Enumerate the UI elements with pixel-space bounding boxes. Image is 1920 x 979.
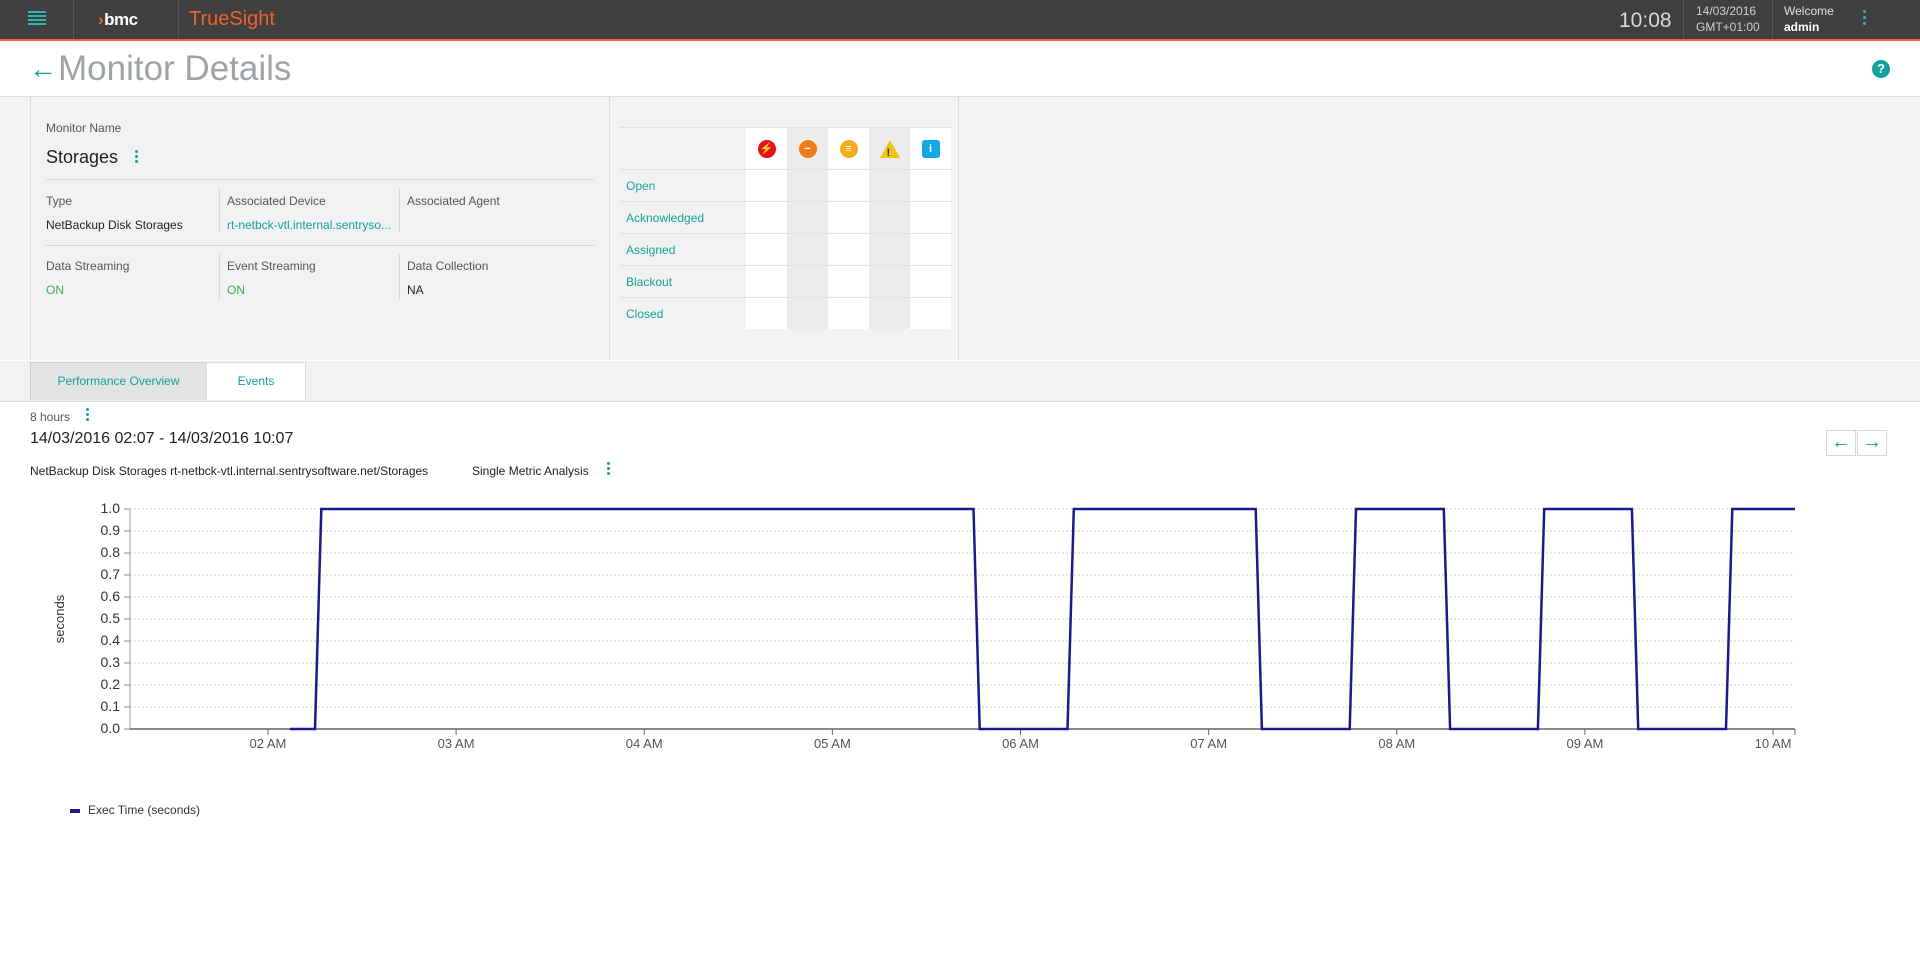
- x-tick-label: 03 AM: [438, 736, 475, 751]
- y-tick-label: 0.0: [101, 720, 121, 736]
- welcome-text: Welcome: [1784, 4, 1834, 18]
- tab-events[interactable]: Events: [206, 362, 306, 400]
- divider: [399, 188, 400, 232]
- associated-agent-label: Associated Agent: [407, 194, 500, 208]
- user-menu[interactable]: Welcome admin: [1784, 3, 1834, 35]
- divider: [1772, 0, 1773, 39]
- analysis-mode: Single Metric Analysis: [472, 464, 589, 478]
- event-row-label[interactable]: Blackout: [620, 265, 746, 298]
- event-row-label[interactable]: Assigned: [620, 233, 746, 266]
- associated-device-link[interactable]: rt-netbck-vtl.internal.sentryso...: [227, 218, 391, 232]
- tab-performance-overview[interactable]: Performance Overview: [30, 362, 207, 400]
- divider: [178, 0, 179, 39]
- y-tick-label: 0.3: [101, 654, 121, 670]
- x-tick-label: 07 AM: [1190, 736, 1227, 751]
- y-tick-label: 0.2: [101, 676, 121, 692]
- divider: [399, 254, 400, 300]
- clock-time: 10:08: [1619, 9, 1672, 32]
- severity-header-row: ⚡ − ≡ ! i: [620, 127, 951, 170]
- legend-swatch: [70, 808, 80, 813]
- page-title: Monitor Details: [58, 49, 292, 88]
- help-icon[interactable]: ?: [1872, 60, 1890, 78]
- timezone-text: GMT+01:00: [1696, 20, 1760, 34]
- y-tick-label: 0.9: [101, 522, 121, 538]
- event-streaming-label: Event Streaming: [227, 259, 316, 273]
- minor-icon[interactable]: ≡: [839, 139, 858, 158]
- hamburger-menu-icon[interactable]: [28, 11, 46, 27]
- x-tick-label: 05 AM: [814, 736, 851, 751]
- critical-icon[interactable]: ⚡: [757, 139, 776, 158]
- data-collection-value: NA: [407, 283, 424, 297]
- type-value: NetBackup Disk Storages: [46, 218, 183, 232]
- y-tick-label: 0.5: [101, 610, 121, 626]
- associated-device-label: Associated Device: [227, 194, 326, 208]
- x-tick-label: 06 AM: [1002, 736, 1039, 751]
- legend-label: Exec Time (seconds): [88, 803, 201, 817]
- top-bar-accent: [0, 39, 1920, 41]
- event-row-label[interactable]: Closed: [620, 297, 746, 329]
- event-row-label[interactable]: Acknowledged: [620, 201, 746, 234]
- time-range-preset[interactable]: 8 hours: [30, 410, 70, 424]
- clock-date: 14/03/2016 GMT+01:00: [1696, 3, 1760, 35]
- metric-description: NetBackup Disk Storages rt-netbck-vtl.in…: [30, 464, 429, 478]
- divider: [1683, 0, 1684, 39]
- divider: [219, 254, 220, 300]
- data-streaming-value: ON: [46, 283, 64, 297]
- more-options-icon[interactable]: [1863, 10, 1867, 28]
- previous-period-icon[interactable]: ←: [1826, 430, 1856, 456]
- data-streaming-label: Data Streaming: [46, 259, 130, 273]
- y-tick-label: 0.1: [101, 698, 121, 714]
- event-row-assigned: Assigned: [620, 233, 951, 266]
- event-row-open: Open: [620, 169, 951, 202]
- truesight-logo: TrueSight: [189, 8, 275, 30]
- divider: [73, 0, 74, 39]
- date-text: 14/03/2016: [1696, 4, 1757, 18]
- monitor-options-icon[interactable]: [135, 150, 138, 165]
- analysis-options-icon[interactable]: [607, 462, 610, 477]
- x-tick-label: 08 AM: [1378, 736, 1415, 751]
- performance-chart: 0.0 0.1 0.2 0.3 0.4 0.5 0.6 0.7 0.8 0.9 1.0 02 AM 03…: [52, 500, 1796, 751]
- chart-legend: Exec Time (seconds): [70, 803, 200, 817]
- x-tick-label: 09 AM: [1566, 736, 1603, 751]
- event-row-acknowledged: Acknowledged: [620, 201, 951, 234]
- monitor-name: Storages: [46, 147, 119, 167]
- y-tick-label: 0.8: [101, 544, 121, 560]
- data-collection-label: Data Collection: [407, 259, 489, 273]
- y-tick-label: 0.7: [101, 566, 121, 582]
- event-row-blackout: Blackout: [620, 265, 951, 298]
- divider: [46, 179, 594, 180]
- next-period-icon[interactable]: →: [1857, 430, 1887, 456]
- major-icon[interactable]: −: [798, 139, 817, 158]
- x-tick-label: 10 AM: [1755, 736, 1792, 751]
- type-label: Type: [46, 194, 73, 208]
- time-range-text: 14/03/2016 02:07 - 14/03/2016 10:07: [30, 430, 294, 447]
- back-arrow-icon[interactable]: ←: [29, 55, 57, 83]
- x-tick-label: 04 AM: [626, 736, 663, 751]
- divider: [219, 188, 220, 232]
- divider: [46, 245, 594, 246]
- x-tick-label: 02 AM: [250, 736, 287, 751]
- event-streaming-value: ON: [227, 283, 245, 297]
- user-name: admin: [1784, 20, 1820, 34]
- warning-icon[interactable]: !: [879, 139, 900, 159]
- y-tick-label: 0.6: [101, 588, 121, 604]
- y-tick-label: 1.0: [101, 500, 121, 516]
- bmc-logo: ›bmc: [98, 10, 138, 29]
- event-row-closed: Closed: [620, 297, 951, 329]
- monitor-name-label: Monitor Name: [46, 121, 122, 135]
- range-options-icon[interactable]: [86, 408, 89, 423]
- event-summary-table: ⚡ − ≡ ! i Open Acknowledged Assigned Bla…: [620, 127, 951, 329]
- y-tick-label: 0.4: [101, 632, 121, 648]
- y-axis-label: seconds: [52, 594, 67, 643]
- info-icon[interactable]: i: [921, 139, 940, 158]
- event-row-label[interactable]: Open: [620, 169, 746, 202]
